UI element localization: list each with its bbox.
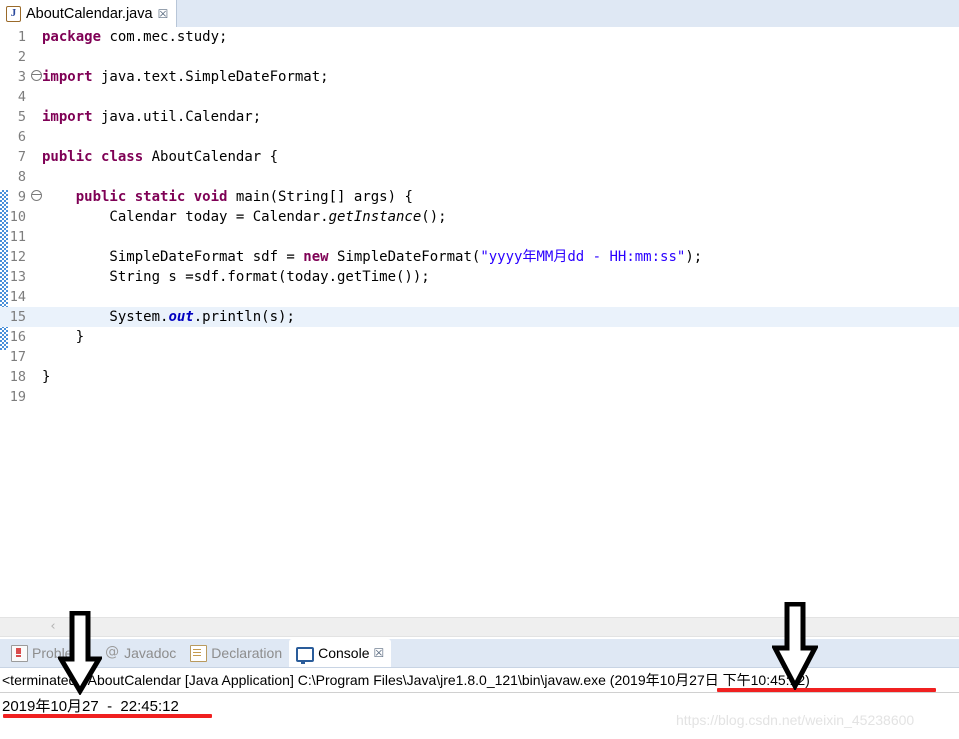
code-line[interactable]: 5 import java.util.Calendar; (0, 107, 959, 127)
tab-label: Console (318, 645, 370, 661)
tab-console[interactable]: Console ☒ (289, 639, 392, 667)
javadoc-icon (105, 644, 120, 661)
chevron-left-icon[interactable]: ‹ (45, 617, 61, 637)
close-icon[interactable]: ☒ (158, 8, 169, 20)
console-icon (296, 646, 315, 664)
code-line[interactable]: 8 (0, 167, 959, 187)
line-number: 1 (17, 29, 26, 45)
declaration-icon (190, 644, 208, 662)
console-panel[interactable]: <terminated> AboutCalendar [Java Applica… (0, 667, 959, 739)
code-text: import java.text.SimpleDateFormat; (42, 69, 329, 85)
code-text: System.out.println(s); (42, 309, 295, 325)
code-text: SimpleDateFormat sdf = new SimpleDateFor… (42, 249, 703, 265)
bottom-panel-tabs: Problems Javadoc Declaration Console ☒ (4, 639, 392, 667)
line-number: 7 (17, 149, 26, 165)
code-text: public static void main(String[] args) { (75, 189, 413, 205)
close-icon[interactable]: ☒ (374, 647, 385, 659)
code-line[interactable]: 14 (0, 287, 959, 307)
line-number: 11 (9, 229, 26, 245)
watermark: https://blog.csdn.net/weixin_45238600 (676, 712, 915, 728)
console-output-line: 2019年10月27 - 22:45:12 (2, 698, 179, 715)
code-text: } (42, 329, 85, 345)
code-line[interactable]: 1 package com.mec.study; (0, 27, 959, 47)
editor-tab-label: AboutCalendar.java (26, 5, 153, 22)
annotation-underline-output (3, 714, 212, 718)
tab-label: Problems (32, 645, 92, 661)
fold-collapse-icon[interactable] (30, 67, 42, 87)
code-lines-container: 1 package com.mec.study; 2 3 import java.tex… (0, 27, 959, 407)
code-line[interactable]: 10 Calendar today = Calendar.getInstance… (0, 207, 959, 227)
problems-icon (11, 644, 28, 662)
line-number: 5 (17, 109, 26, 125)
editor-tab-bar: AboutCalendar.java ☒ (0, 0, 959, 27)
code-line[interactable]: 9 public static void main(String[] args)… (0, 187, 959, 207)
code-text: } (42, 369, 51, 385)
line-number: 15 (9, 309, 26, 325)
code-line[interactable]: 19 (0, 387, 959, 407)
code-line[interactable]: 6 (0, 127, 959, 147)
code-text: public class AboutCalendar { (42, 149, 279, 165)
line-number: 6 (17, 129, 26, 145)
code-text: import java.util.Calendar; (42, 109, 262, 125)
tab-label: Javadoc (124, 645, 177, 661)
annotation-underline-timestamp (717, 688, 936, 692)
tab-problems[interactable]: Problems (4, 639, 98, 667)
code-line[interactable]: 11 (0, 227, 959, 247)
editor-console-sash[interactable]: ‹ (0, 615, 959, 639)
code-text: package com.mec.study; (42, 29, 228, 45)
code-line[interactable]: 13 String s =sdf.format(today.getTime())… (0, 267, 959, 287)
line-number: 18 (9, 369, 26, 385)
line-number: 14 (9, 289, 26, 305)
code-line[interactable]: 12 SimpleDateFormat sdf = new SimpleDate… (0, 247, 959, 267)
code-line[interactable]: 3 import java.text.SimpleDateFormat; (0, 67, 959, 87)
tab-label: Declaration (211, 645, 283, 661)
code-line[interactable]: 17 (0, 347, 959, 367)
console-separator (0, 692, 959, 693)
code-line[interactable]: 15 System.out.println(s); (0, 307, 959, 327)
java-file-icon (6, 5, 21, 22)
code-line[interactable]: 18} (0, 367, 959, 387)
code-line[interactable]: 4 (0, 87, 959, 107)
line-number: 13 (9, 269, 26, 285)
line-number: 12 (9, 249, 26, 265)
code-line[interactable]: 16 } (0, 327, 959, 347)
line-number: 8 (17, 169, 26, 185)
line-number: 17 (9, 349, 26, 365)
console-status-line: <terminated> AboutCalendar [Java Applica… (2, 672, 810, 688)
code-line[interactable]: 2 (0, 47, 959, 67)
tab-javadoc[interactable]: Javadoc (98, 639, 183, 667)
line-number: 9 (17, 189, 26, 205)
line-number: 3 (17, 69, 26, 85)
code-line[interactable]: 7 public class AboutCalendar { (0, 147, 959, 167)
editor-tab-aboutcalendar[interactable]: AboutCalendar.java ☒ (0, 0, 178, 27)
line-number: 2 (17, 49, 26, 65)
line-number: 16 (9, 329, 26, 345)
fold-collapse-icon[interactable] (30, 187, 42, 207)
tab-declaration[interactable]: Declaration (183, 639, 289, 667)
sash-bar[interactable] (0, 617, 959, 637)
line-number: 4 (17, 89, 26, 105)
code-editor[interactable]: 1 package com.mec.study; 2 3 import java.tex… (0, 27, 959, 615)
code-text: Calendar today = Calendar.getInstance(); (42, 209, 447, 225)
line-number: 10 (9, 209, 26, 225)
code-text: String s =sdf.format(today.getTime()); (42, 269, 430, 285)
line-number: 19 (9, 389, 26, 405)
bottom-panel-tab-bar: Problems Javadoc Declaration Console ☒ (0, 639, 959, 667)
